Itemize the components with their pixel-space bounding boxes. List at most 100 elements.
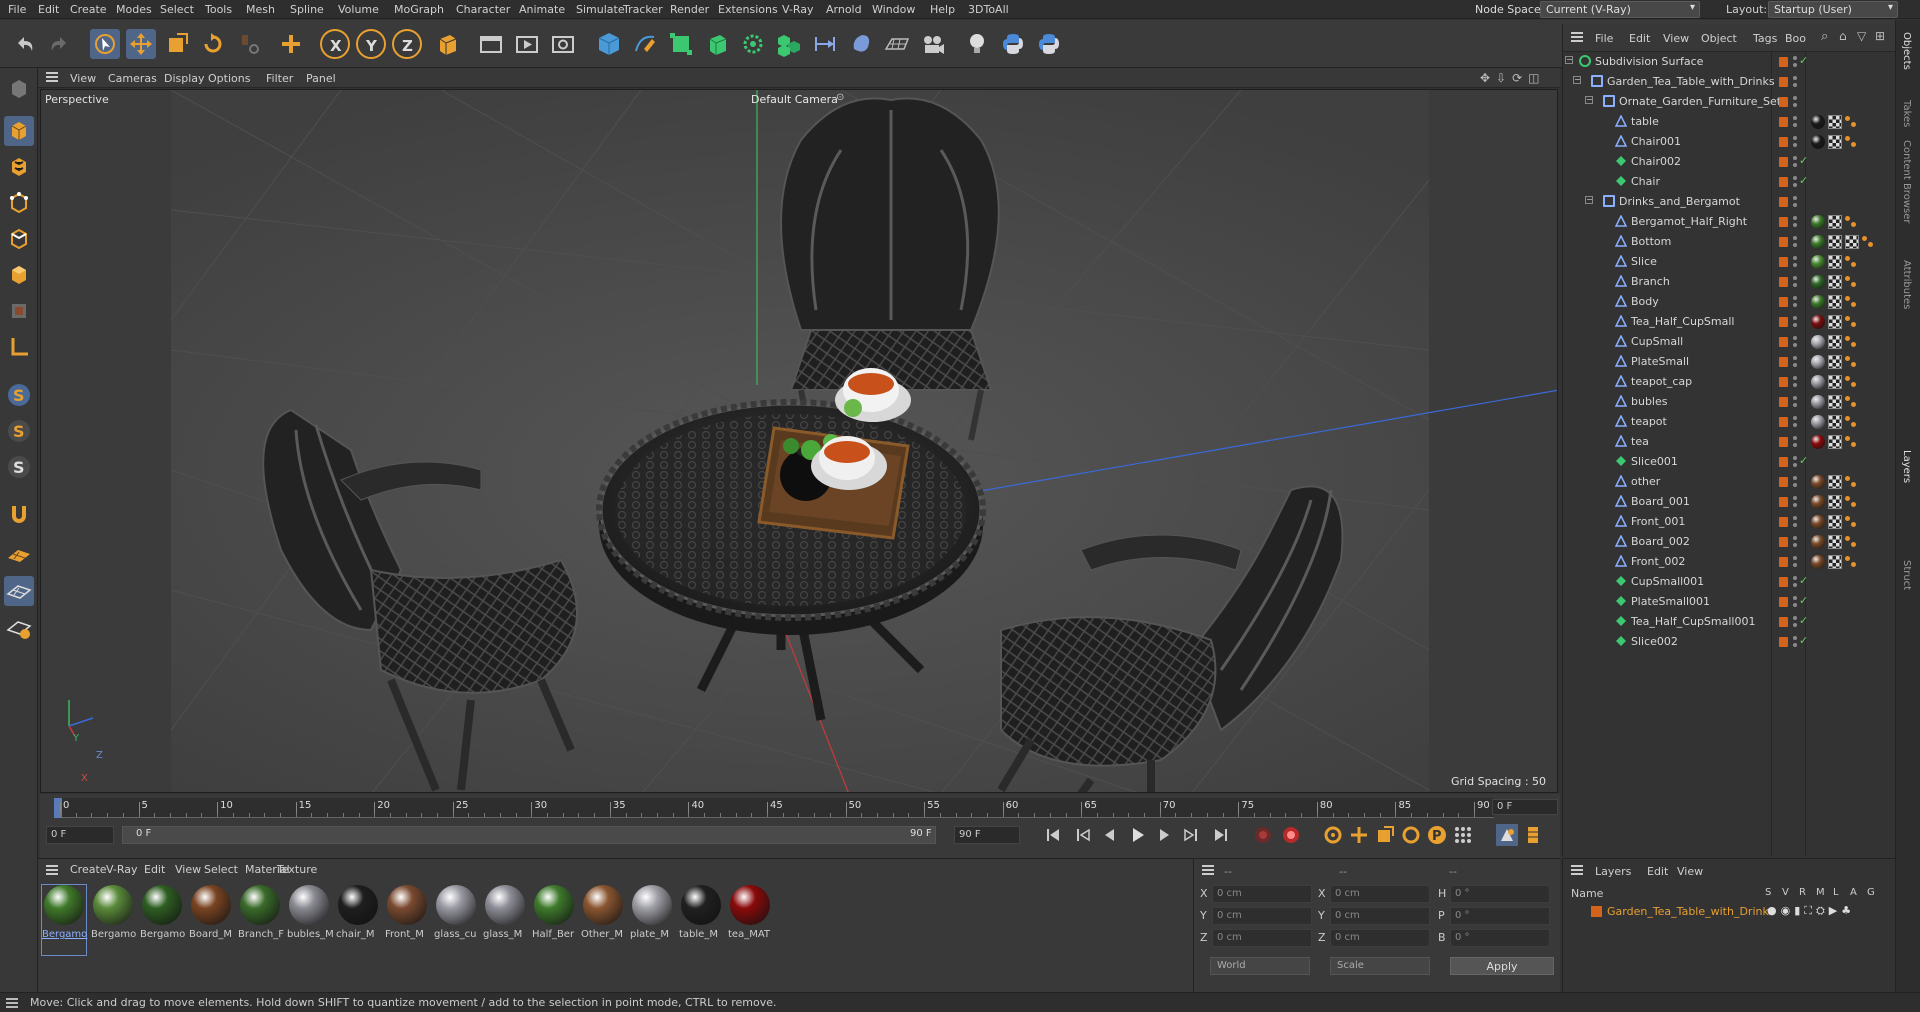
- z-axis-lock-button[interactable]: Z: [392, 29, 422, 59]
- scale-tool-icon[interactable]: [162, 29, 192, 59]
- object-row[interactable]: table: [1563, 112, 1895, 132]
- layer-menu-edit[interactable]: Edit: [1647, 865, 1668, 878]
- layer-color-dot[interactable]: [1779, 377, 1788, 387]
- object-menu-boo[interactable]: Boo: [1785, 32, 1806, 45]
- expand-toggle-icon[interactable]: −: [1585, 96, 1593, 104]
- rotation-key-icon[interactable]: [1400, 824, 1422, 846]
- render-region-icon[interactable]: [476, 29, 506, 59]
- material-swatch[interactable]: Front_M: [385, 885, 429, 955]
- selection-tag-icon[interactable]: [1845, 476, 1857, 488]
- menu-mograph[interactable]: MoGraph: [394, 3, 444, 16]
- object-row[interactable]: Slice002 ✓: [1563, 632, 1895, 652]
- object-name[interactable]: PlateSmall001: [1631, 595, 1710, 608]
- material-menu-view[interactable]: View: [175, 863, 201, 876]
- side-tab-attributes[interactable]: Attributes: [1901, 260, 1912, 309]
- visibility-toggle-icon[interactable]: [1793, 315, 1797, 329]
- previous-key-icon[interactable]: [1072, 824, 1094, 846]
- visibility-toggle-icon[interactable]: [1793, 495, 1797, 509]
- uv-tag-icon[interactable]: [1828, 135, 1842, 149]
- material-tag-icon[interactable]: [1811, 515, 1825, 529]
- snap-icon[interactable]: S: [4, 380, 34, 410]
- layer-toggle-icons[interactable]: ●◉▮⛶⛭▶♣: [1767, 904, 1855, 918]
- enabled-check-icon[interactable]: ✓: [1799, 54, 1808, 67]
- layer-color-dot[interactable]: [1779, 397, 1788, 407]
- selection-tag-icon[interactable]: [1845, 116, 1857, 128]
- visibility-toggle-icon[interactable]: [1793, 435, 1797, 449]
- model-mode-icon[interactable]: [4, 116, 34, 146]
- layer-color-dot[interactable]: [1779, 577, 1788, 587]
- object-row[interactable]: − Garden_Tea_Table_with_Drinks: [1563, 72, 1895, 92]
- layout-dropdown[interactable]: Startup (User): [1768, 1, 1898, 18]
- node-space-dropdown[interactable]: Current (V-Ray): [1540, 1, 1700, 18]
- edge-mode-icon[interactable]: [4, 224, 34, 254]
- menu-extensions[interactable]: Extensions: [718, 3, 778, 16]
- object-name[interactable]: Board_002: [1631, 535, 1690, 548]
- enabled-check-icon[interactable]: ✓: [1799, 154, 1808, 167]
- coordinate-system-icon[interactable]: [432, 29, 462, 59]
- visibility-toggle-icon[interactable]: [1793, 415, 1797, 429]
- visibility-toggle-icon[interactable]: [1793, 95, 1797, 109]
- object-menu-file[interactable]: File: [1595, 32, 1613, 45]
- object-row[interactable]: Front_002: [1563, 552, 1895, 572]
- object-row[interactable]: Slice001 ✓: [1563, 452, 1895, 472]
- object-name[interactable]: tea: [1631, 435, 1649, 448]
- selection-tag-icon[interactable]: [1845, 216, 1857, 228]
- selection-tag-icon[interactable]: [1845, 296, 1857, 308]
- selection-tag-icon[interactable]: [1845, 336, 1857, 348]
- coord-rotation-field[interactable]: 0 °: [1450, 885, 1550, 903]
- object-name[interactable]: Ornate_Garden_Furniture_Set: [1619, 95, 1781, 108]
- perspective-viewport[interactable]: Perspective Default Camera ⊙ Grid Spacin…: [40, 89, 1558, 793]
- object-name[interactable]: Slice001: [1631, 455, 1678, 468]
- object-name[interactable]: Bottom: [1631, 235, 1671, 248]
- object-search-icon[interactable]: ⌕: [1821, 29, 1828, 44]
- start-frame-field[interactable]: 0 F: [46, 826, 114, 844]
- object-name[interactable]: Slice: [1631, 255, 1657, 268]
- object-row[interactable]: PlateSmall: [1563, 352, 1895, 372]
- layer-color-dot[interactable]: [1779, 217, 1788, 227]
- uv-tag-icon[interactable]: [1828, 215, 1842, 229]
- object-menu-edit[interactable]: Edit: [1629, 32, 1650, 45]
- object-name[interactable]: other: [1631, 475, 1660, 488]
- coord-position-field[interactable]: 0 cm: [1212, 885, 1312, 903]
- object-row[interactable]: Tea_Half_CupSmall001 ✓: [1563, 612, 1895, 632]
- material-swatch[interactable]: Half_Ber: [532, 885, 576, 955]
- material-tag-icon[interactable]: [1811, 355, 1825, 369]
- apply-button[interactable]: Apply: [1450, 957, 1554, 975]
- expand-toggle-icon[interactable]: −: [1573, 76, 1581, 84]
- object-row[interactable]: − Ornate_Garden_Furniture_Set: [1563, 92, 1895, 112]
- layer-color-dot[interactable]: [1779, 257, 1788, 267]
- menu-character[interactable]: Character: [456, 3, 510, 16]
- create-tool-icon[interactable]: [276, 29, 306, 59]
- play-icon[interactable]: [1126, 824, 1148, 846]
- visibility-toggle-icon[interactable]: [1793, 615, 1797, 629]
- menu-v-ray[interactable]: V-Ray: [782, 3, 814, 16]
- object-row[interactable]: Bergamot_Half_Right: [1563, 212, 1895, 232]
- layer-color-dot[interactable]: [1779, 237, 1788, 247]
- cube-icon[interactable]: [594, 29, 624, 59]
- polygon-mode-icon[interactable]: [4, 260, 34, 290]
- object-row[interactable]: Slice: [1563, 252, 1895, 272]
- status-menu-icon[interactable]: [6, 998, 18, 1008]
- viewport-menu-icon[interactable]: [46, 72, 58, 82]
- menu-create[interactable]: Create: [70, 3, 107, 16]
- menu-tools[interactable]: Tools: [205, 3, 232, 16]
- object-menu-tags[interactable]: Tags: [1753, 32, 1777, 45]
- object-row[interactable]: teapot: [1563, 412, 1895, 432]
- recent-tool-icon[interactable]: [234, 29, 264, 59]
- material-menu-select[interactable]: Select: [204, 863, 238, 876]
- uv-tag-icon[interactable]: [1828, 495, 1842, 509]
- visibility-toggle-icon[interactable]: [1793, 515, 1797, 529]
- rotate-tool-icon[interactable]: [198, 29, 228, 59]
- object-name[interactable]: Drinks_and_Bergamot: [1619, 195, 1740, 208]
- uv-tag-icon[interactable]: [1828, 375, 1842, 389]
- object-filter-icon[interactable]: ▽: [1857, 29, 1866, 43]
- visibility-toggle-icon[interactable]: [1793, 235, 1797, 249]
- next-frame-icon[interactable]: [1154, 824, 1176, 846]
- object-row[interactable]: Board_002: [1563, 532, 1895, 552]
- layer-color-swatch[interactable]: [1591, 906, 1602, 917]
- material-tag-icon[interactable]: [1811, 315, 1825, 329]
- coord-position-field[interactable]: 0 cm: [1212, 907, 1312, 925]
- material-tag-icon[interactable]: [1811, 375, 1825, 389]
- menu-edit[interactable]: Edit: [38, 3, 59, 16]
- motion-record-icon[interactable]: [1496, 824, 1518, 846]
